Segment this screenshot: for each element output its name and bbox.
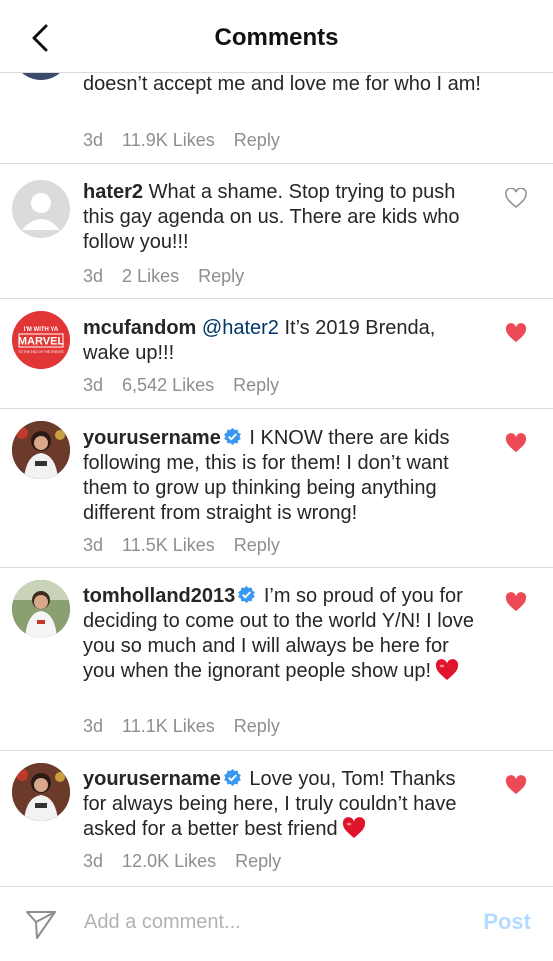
divider: [0, 408, 553, 409]
header-bar: Comments: [0, 0, 553, 73]
comment-time: 3d: [83, 375, 104, 395]
avatar[interactable]: [12, 421, 70, 479]
comment-text: yourusername Love you, Tom! Thanks for a…: [83, 768, 457, 840]
profile-photo-icon: [12, 580, 70, 638]
comment-text: doesn’t accept me and love me for who I …: [83, 73, 481, 95]
avatar[interactable]: [12, 180, 70, 238]
svg-text:I'M WITH YA: I'M WITH YA: [24, 327, 59, 333]
comment-text: mcufandom @hater2 It’s 2019 Brenda, wake…: [83, 317, 436, 364]
comment-time: 3d: [83, 851, 104, 871]
profile-photo-icon: [12, 421, 70, 479]
avatar[interactable]: [12, 580, 70, 638]
avatar[interactable]: I'M WITH YA MARVEL TO THE END OF THE EVE…: [12, 311, 70, 369]
reply-button[interactable]: Reply: [234, 716, 280, 736]
comment-likes[interactable]: 11.9K Likes: [122, 130, 215, 150]
comment-time: 3d: [83, 716, 104, 736]
post-button[interactable]: Post: [483, 909, 531, 935]
divider: [0, 298, 553, 299]
comment-meta: 3d 12.0K Likes Reply: [83, 851, 295, 872]
comment-likes[interactable]: 2 Likes: [122, 266, 179, 286]
reply-button[interactable]: Reply: [235, 851, 281, 871]
reply-button[interactable]: Reply: [234, 130, 280, 150]
comment-likes[interactable]: 11.1K Likes: [122, 716, 215, 736]
red-heart-emoji-icon: [435, 659, 459, 680]
comment-likes[interactable]: 12.0K Likes: [122, 851, 216, 871]
comment-input[interactable]: Add a comment...: [84, 911, 241, 934]
reply-button[interactable]: Reply: [234, 535, 280, 555]
comment-text: hater2 What a shame. Stop trying to push…: [83, 181, 460, 253]
comment-username[interactable]: mcufandom: [83, 317, 196, 339]
heart-icon[interactable]: [505, 592, 527, 612]
mention-link[interactable]: @hater2: [202, 317, 279, 339]
page-title: Comments: [214, 24, 339, 51]
avatar[interactable]: [12, 763, 70, 821]
divider: [0, 567, 553, 568]
comment-composer: Add a comment... Post: [0, 886, 553, 961]
heart-icon[interactable]: [505, 323, 527, 343]
svg-text:TO THE END OF THE EVENTS: TO THE END OF THE EVENTS: [18, 350, 63, 354]
comment-username[interactable]: yourusername: [83, 768, 221, 790]
heart-icon[interactable]: [505, 775, 527, 795]
comment-time: 3d: [83, 266, 104, 286]
comment-time: 3d: [83, 535, 104, 555]
comment-username[interactable]: hater2: [83, 181, 143, 203]
reply-button[interactable]: Reply: [198, 266, 244, 286]
divider: [0, 750, 553, 751]
svg-text:MARVEL: MARVEL: [18, 336, 65, 348]
divider: [0, 163, 553, 164]
comment-time: 3d: [83, 130, 104, 150]
comment-meta: 3d 11.5K Likes Reply: [83, 535, 294, 556]
comment-meta: 3d 2 Likes Reply: [83, 266, 258, 287]
comment-username[interactable]: tomholland2013: [83, 585, 235, 607]
comment-text: yourusername I KNOW there are kids follo…: [83, 427, 450, 524]
comment-meta: 3d 11.9K Likes Reply: [83, 130, 294, 151]
red-heart-emoji-icon: [342, 817, 365, 838]
comment-meta: 3d 11.1K Likes Reply: [83, 716, 294, 737]
comment-text: tomholland2013 I’m so proud of you for d…: [83, 585, 474, 682]
verified-badge-icon: [223, 768, 241, 787]
comment-likes[interactable]: 6,542 Likes: [122, 375, 214, 395]
heart-icon[interactable]: [505, 433, 527, 453]
comment-likes[interactable]: 11.5K Likes: [122, 535, 215, 555]
profile-photo-icon: [12, 763, 70, 821]
comment-username[interactable]: yourusername: [83, 427, 221, 449]
reply-button[interactable]: Reply: [233, 375, 279, 395]
marvel-logo-icon: I'M WITH YA MARVEL TO THE END OF THE EVE…: [12, 311, 70, 369]
comment-meta: 3d 6,542 Likes Reply: [83, 375, 293, 396]
heart-icon[interactable]: [505, 187, 527, 209]
default-avatar-icon: [12, 180, 70, 238]
verified-badge-icon: [223, 427, 241, 446]
paper-plane-icon[interactable]: [24, 907, 58, 941]
verified-badge-icon: [238, 585, 256, 604]
